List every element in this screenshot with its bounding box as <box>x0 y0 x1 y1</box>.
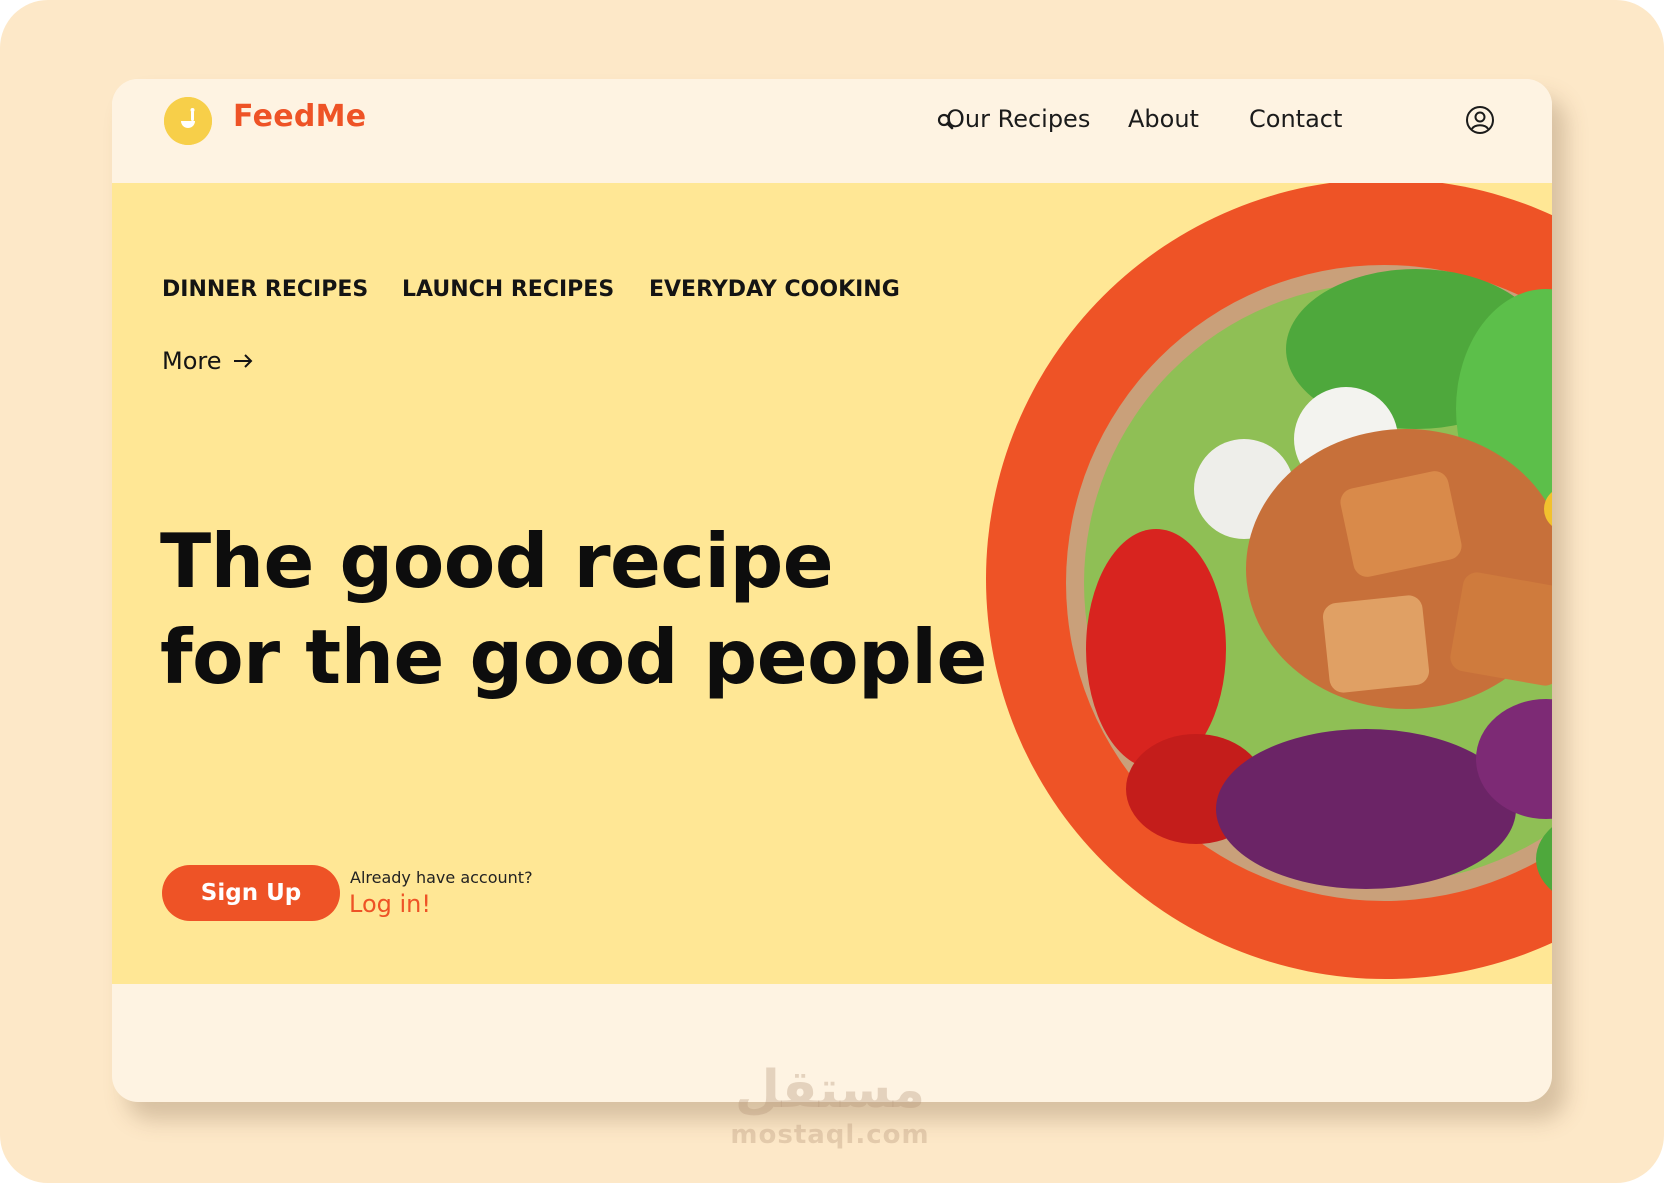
hero-section: DINNER RECIPES LAUNCH RECIPES EVERYDAY C… <box>112 183 1552 984</box>
category-dinner-recipes[interactable]: DINNER RECIPES <box>162 277 368 302</box>
page-backdrop: FeedMe Our Recipes About Contact DINNER … <box>0 0 1664 1183</box>
category-launch-recipes[interactable]: LAUNCH RECIPES <box>402 277 614 302</box>
nav-link-contact[interactable]: Contact <box>1249 105 1342 133</box>
watermark-arabic: مستقل <box>734 1060 926 1120</box>
top-navbar: FeedMe Our Recipes About Contact <box>112 79 1552 183</box>
more-link[interactable]: More <box>162 347 254 375</box>
browser-window: FeedMe Our Recipes About Contact DINNER … <box>112 79 1552 1102</box>
headline-line-2: for the good people <box>160 613 987 701</box>
nav-link-about[interactable]: About <box>1128 105 1199 133</box>
arrow-right-icon <box>233 354 252 368</box>
headline-line-1: The good recipe <box>160 517 834 605</box>
more-label: More <box>162 347 222 375</box>
nav-link-our-recipes[interactable]: Our Recipes <box>946 105 1090 133</box>
hero-headline: The good recipe for the good people <box>160 513 987 705</box>
salad-bowl-image <box>986 183 1552 979</box>
log-in-link[interactable]: Log in! <box>349 890 431 918</box>
brand-name[interactable]: FeedMe <box>233 99 366 134</box>
already-have-account-text: Already have account? <box>350 868 533 887</box>
watermark-latin: mostaql.com <box>730 1120 930 1150</box>
watermark-logo: مستقل mostaql.com <box>730 1060 930 1150</box>
category-everyday-cooking[interactable]: EVERYDAY COOKING <box>649 277 900 302</box>
sign-up-button[interactable]: Sign Up <box>162 865 340 921</box>
user-circle-icon[interactable] <box>1465 105 1495 135</box>
logo-icon[interactable] <box>164 97 212 145</box>
